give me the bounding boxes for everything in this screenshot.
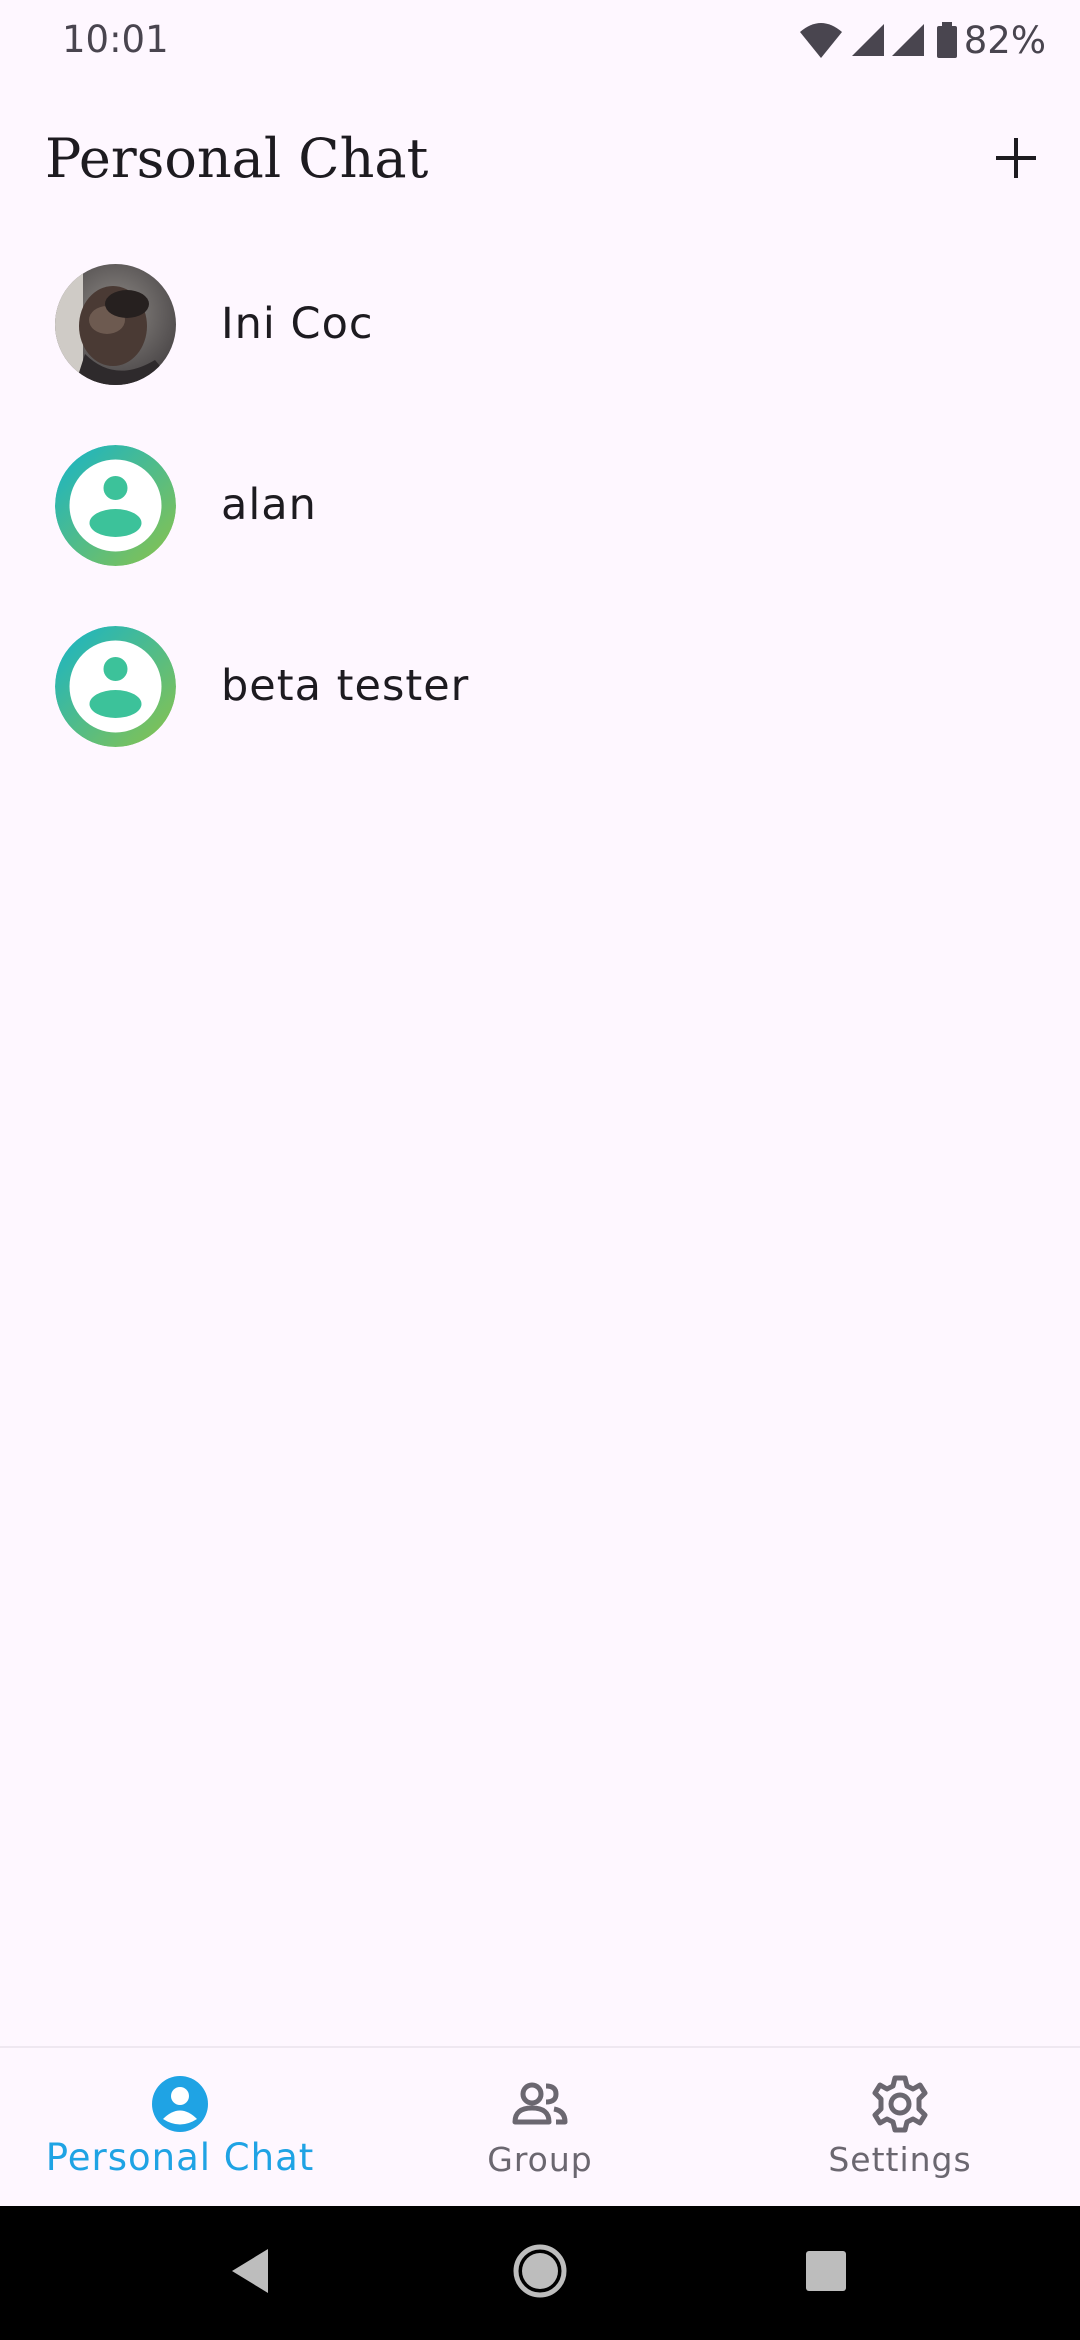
plus-icon (994, 136, 1038, 184)
group-icon (508, 2072, 572, 2136)
status-time: 10:01 (62, 18, 169, 61)
recents-icon (804, 2249, 848, 2297)
chat-name: Ini Coc (221, 299, 374, 349)
signal-icon (848, 20, 886, 60)
gear-icon (868, 2072, 932, 2136)
nav-group[interactable]: Group (360, 2048, 720, 2208)
wifi-icon (798, 20, 844, 60)
bottom-navigation: Personal Chat Group Settings (0, 2046, 1080, 2208)
back-icon (228, 2247, 272, 2299)
home-button[interactable] (506, 2239, 574, 2307)
status-bar: 10:01 82% (0, 0, 1080, 80)
system-navigation-bar (0, 2206, 1080, 2340)
status-icons: 82% (798, 16, 1046, 64)
chat-item-ini-coc[interactable]: Ini Coc (0, 254, 1080, 435)
nav-personal-chat[interactable]: Personal Chat (0, 2048, 360, 2208)
default-person-icon (55, 445, 176, 566)
recents-button[interactable] (792, 2239, 860, 2307)
home-icon (512, 2243, 568, 2303)
chat-item-alan[interactable]: alan (0, 435, 1080, 616)
chat-name: beta tester (221, 661, 470, 711)
chat-item-beta-tester[interactable]: beta tester (0, 616, 1080, 797)
back-button[interactable] (216, 2239, 284, 2307)
person-icon (148, 2072, 212, 2136)
app-header: Personal Chat (0, 110, 1080, 210)
nav-label: Settings (828, 2140, 972, 2179)
avatar-photo (55, 264, 176, 385)
nav-settings[interactable]: Settings (720, 2048, 1080, 2208)
page-title: Personal Chat (45, 127, 429, 190)
default-person-icon (55, 626, 176, 747)
nav-label: Group (487, 2140, 593, 2179)
nav-label: Personal Chat (45, 2136, 315, 2179)
battery-icon (936, 20, 958, 60)
chat-list: Ini Coc alan beta tester (0, 254, 1080, 797)
battery-percentage: 82% (963, 18, 1046, 62)
signal-icon (888, 20, 926, 60)
add-chat-button[interactable] (974, 118, 1058, 202)
chat-name: alan (221, 480, 317, 530)
